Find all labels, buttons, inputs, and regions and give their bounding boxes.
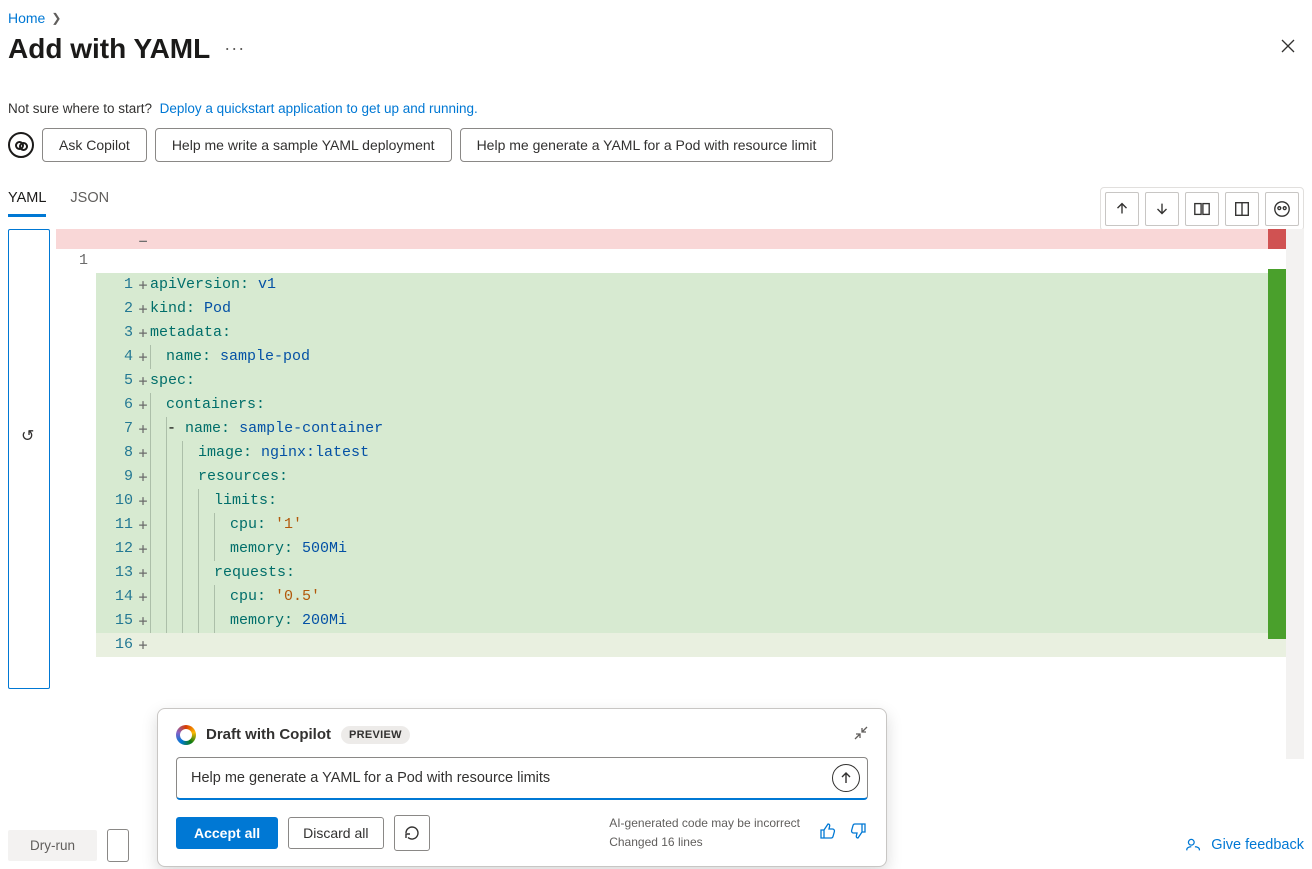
upload-button[interactable] — [1105, 192, 1139, 226]
suggestion-2-button[interactable]: Help me generate a YAML for a Pod with r… — [460, 128, 834, 162]
split-view-button[interactable] — [1225, 192, 1259, 226]
editor-minimap[interactable] — [1268, 229, 1286, 759]
preview-badge: PREVIEW — [341, 726, 410, 744]
chevron-right-icon: ❯ — [51, 11, 61, 25]
ask-copilot-button[interactable]: Ask Copilot — [42, 128, 147, 162]
deploy-quickstart-link[interactable]: Deploy a quickstart application to get u… — [160, 101, 478, 116]
breadcrumb: Home ❯ — [0, 0, 1312, 26]
diff-view-button[interactable] — [1185, 192, 1219, 226]
tab-json[interactable]: JSON — [70, 184, 109, 217]
start-text: Not sure where to start? — [8, 101, 152, 116]
code-editor[interactable]: ↺ − 1 Accept | Discard 1+apiVersion: v1 … — [8, 229, 1304, 759]
collapse-icon — [854, 726, 868, 740]
revert-gutter: ↺ — [8, 229, 50, 689]
revert-icon[interactable]: ↺ — [21, 426, 34, 446]
format-tabs: YAML JSON — [8, 184, 109, 217]
clipped-button[interactable] — [107, 829, 129, 862]
editor-scrollbar[interactable] — [1286, 229, 1304, 759]
page-title: Add with YAML — [8, 33, 210, 65]
close-icon — [1280, 38, 1296, 54]
send-button[interactable] — [832, 764, 860, 792]
more-actions-button[interactable]: ··· — [224, 38, 245, 59]
download-button[interactable] — [1145, 192, 1179, 226]
download-icon — [1153, 200, 1171, 218]
breadcrumb-home[interactable]: Home — [8, 10, 45, 26]
copilot-toolbar-button[interactable] — [1265, 192, 1299, 226]
copilot-toolbar-icon — [1273, 200, 1291, 218]
editor-toolbar — [1100, 187, 1304, 231]
tab-yaml[interactable]: YAML — [8, 184, 46, 217]
arrow-up-icon — [839, 771, 853, 785]
copilot-panel-title: Draft with Copilot — [206, 726, 331, 743]
dryrun-button[interactable]: Dry-run — [8, 830, 97, 861]
suggestion-row: Ask Copilot Help me write a sample YAML … — [0, 120, 960, 162]
split-icon — [1233, 200, 1251, 218]
orig-line-number: 1 — [56, 249, 96, 273]
copilot-icon — [8, 132, 34, 158]
feedback-icon — [1185, 836, 1203, 854]
close-button[interactable] — [1272, 30, 1304, 67]
upload-icon — [1113, 200, 1131, 218]
suggestion-1-button[interactable]: Help me write a sample YAML deployment — [155, 128, 452, 162]
copilot-input[interactable] — [176, 757, 868, 800]
give-feedback-link[interactable]: Give feedback — [1185, 836, 1304, 854]
minimize-button[interactable] — [854, 726, 868, 743]
diff-icon — [1193, 200, 1211, 218]
copilot-logo-icon — [176, 725, 196, 745]
